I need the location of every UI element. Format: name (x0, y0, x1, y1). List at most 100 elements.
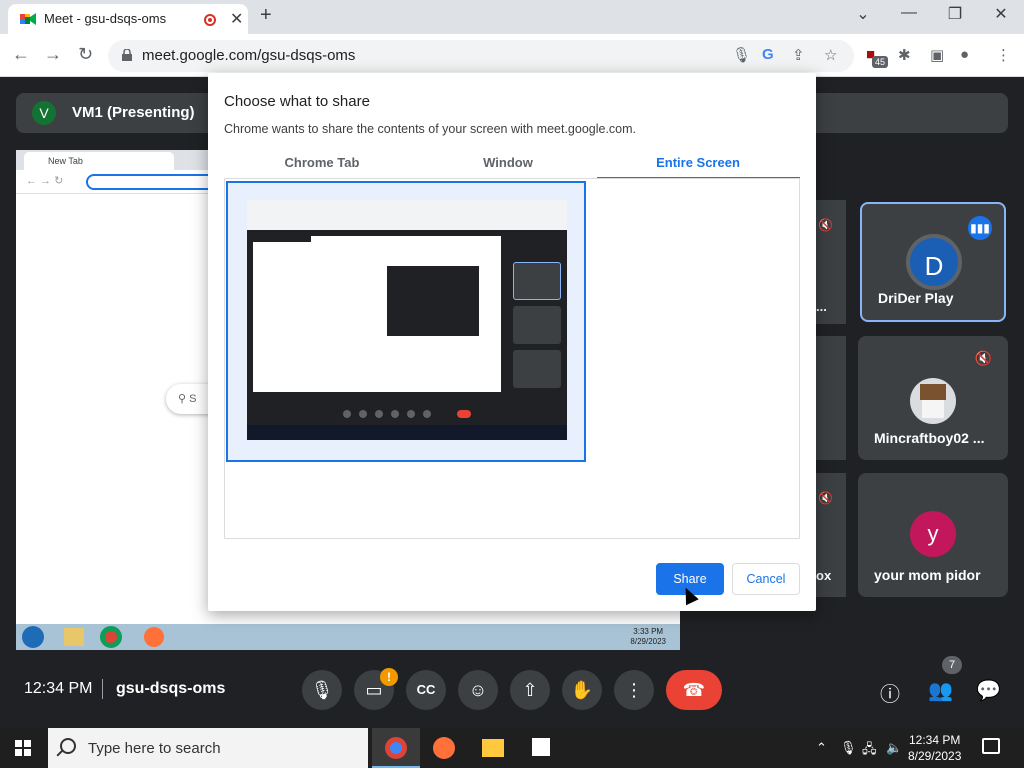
google-lens-icon[interactable]: G (762, 46, 774, 63)
clipped-tile-1: 🔇... (816, 200, 846, 324)
participant-tile-yourmom[interactable]: y your mom pidor (858, 473, 1008, 597)
thumbnail-tile (513, 306, 561, 344)
entire-screen-preview[interactable] (226, 181, 586, 462)
new-tab-icon[interactable]: + (260, 4, 272, 27)
thumbnail-tile (513, 350, 561, 388)
avatar (910, 378, 956, 424)
folder-icon (482, 739, 504, 757)
tab-close-icon[interactable]: ✕ (230, 9, 243, 29)
participant-tile-driver[interactable]: ▮▮▮ D DriDer Play (860, 202, 1006, 322)
windows-taskbar: Type here to search ⌃ 🎙 🖧 🔈 12:34 PM 8/2… (0, 728, 1024, 768)
bookmark-star-icon[interactable]: ☆ (824, 46, 837, 64)
thumbnail-button (359, 410, 367, 418)
people-count-badge: 7 (942, 656, 962, 674)
volume-icon[interactable]: 🔈 (886, 740, 902, 756)
network-icon[interactable]: 🖧 (862, 740, 877, 762)
present-button[interactable]: ⇧ (510, 670, 550, 710)
thumbnail-browser-chrome (247, 200, 567, 230)
mute-icon: 🔇 (818, 218, 833, 232)
profile-avatar-icon[interactable]: ● (960, 46, 969, 63)
minimize-icon[interactable]: — (894, 4, 924, 22)
chat-icon[interactable]: 💬 (976, 678, 1001, 703)
thumbnail-hangup (457, 410, 471, 418)
participant-tile-mincraftboy[interactable]: 🔇 Mincraftboy02 ... (858, 336, 1008, 460)
share-page-icon[interactable]: ⇪ (792, 46, 805, 64)
camera-warning-icon: ! (380, 668, 398, 686)
thumbnail-dialog (311, 236, 501, 392)
browser-menu-icon[interactable]: ⋮ (996, 46, 1011, 64)
share-options-panel (224, 178, 800, 539)
avatar: D (906, 234, 962, 290)
participant-name: DriDer Play (878, 290, 954, 306)
recording-indicator-icon (204, 14, 216, 26)
firefox-icon (433, 737, 455, 759)
tab-search-icon[interactable]: ⌄ (848, 4, 878, 24)
taskbar-store[interactable] (516, 728, 564, 768)
taskbar-search-box[interactable]: Type here to search (48, 728, 368, 768)
thumbnail-tile (513, 262, 561, 300)
presenter-bar-extension (812, 93, 1008, 133)
shared-firefox-icon (144, 627, 164, 647)
taskbar-clock[interactable]: 12:34 PM 8/29/2023 (908, 732, 961, 764)
meeting-time: 12:34 PM (24, 680, 93, 697)
meeting-info-icon[interactable]: ⓘ (880, 678, 900, 707)
tray-microphone-icon[interactable]: 🎙 (840, 740, 857, 756)
back-icon[interactable]: ← (12, 44, 30, 65)
shared-start-icon (22, 626, 44, 648)
meet-control-bar: 12:34 PM gsu-dsqs-oms 🎙 ▭ ! CC ☺ ⇧ ✋ ⋮ ☎… (0, 650, 1024, 728)
browser-tab-meet[interactable]: Meet - gsu-dsqs-oms ✕ (8, 4, 248, 34)
clipped-tile-2 (816, 336, 846, 460)
forward-icon[interactable]: → (44, 44, 62, 65)
omnibox[interactable]: meet.google.com/gsu-dsqs-oms 🎙 G ⇪ ☆ (108, 40, 854, 72)
microphone-button[interactable]: 🎙 (302, 670, 342, 710)
captions-button[interactable]: CC (406, 670, 446, 710)
mute-icon: 🔇 (818, 491, 833, 505)
shared-folder-icon (64, 628, 84, 646)
meeting-code: gsu-dsqs-oms (116, 680, 226, 697)
dialog-title: Choose what to share (224, 93, 370, 110)
shared-clock: 3:33 PM 8/29/2023 (630, 627, 666, 646)
url-text: meet.google.com/gsu-dsqs-oms (142, 47, 356, 64)
search-placeholder: Type here to search (88, 740, 221, 757)
avatar-hair (920, 384, 946, 400)
browser-tab-strip: Meet - gsu-dsqs-oms ✕ + ⌄ — ❐ ✕ (0, 0, 1024, 34)
reload-icon[interactable]: ↻ (78, 44, 93, 65)
clipped-tile-3: 🔇 ox (816, 473, 846, 597)
tray-chevron-icon[interactable]: ⌃ (816, 740, 827, 756)
close-window-icon[interactable]: ✕ (986, 4, 1016, 24)
thumbnail-button (391, 410, 399, 418)
extensions-puzzle-icon[interactable]: ✱ (898, 46, 911, 64)
share-screen-dialog: Choose what to share Chrome wants to sha… (208, 73, 816, 611)
tab-window[interactable]: Window (414, 155, 602, 170)
notifications-icon[interactable] (982, 738, 1000, 754)
meet-logo-icon (20, 13, 36, 25)
shared-chrome-icon (100, 626, 122, 648)
raise-hand-button[interactable]: ✋ (562, 670, 602, 710)
search-icon (60, 738, 76, 754)
thumbnail-button (343, 410, 351, 418)
taskbar-file-explorer[interactable] (468, 728, 516, 768)
leave-call-button[interactable]: ☎ (666, 670, 722, 710)
shared-tab: New Tab (24, 152, 174, 170)
people-icon[interactable]: 👥 (928, 678, 953, 703)
shared-taskbar: 3:33 PM 8/29/2023 (16, 624, 680, 650)
clock-time: 12:34 PM (909, 733, 961, 747)
presenter-label: VM1 (Presenting) (72, 104, 195, 121)
cancel-button[interactable]: Cancel (732, 563, 800, 595)
restore-icon[interactable]: ❐ (940, 4, 970, 24)
more-options-button[interactable]: ⋮ (614, 670, 654, 710)
taskbar-chrome[interactable] (372, 728, 420, 768)
chrome-icon (385, 737, 407, 759)
emoji-button[interactable]: ☺ (458, 670, 498, 710)
thumbnail-button (423, 410, 431, 418)
tab-chrome-tab[interactable]: Chrome Tab (228, 155, 416, 170)
windows-start-icon[interactable] (15, 740, 31, 756)
taskbar-firefox[interactable] (420, 728, 468, 768)
tab-entire-screen[interactable]: Entire Screen (604, 155, 792, 170)
thumbnail-button (375, 410, 383, 418)
participant-name: your mom pidor (874, 567, 981, 583)
microphone-icon[interactable]: 🎙 (732, 46, 751, 64)
side-panel-icon[interactable]: ▣ (930, 46, 944, 64)
participant-name: Mincraftboy02 ... (874, 430, 985, 446)
screen-thumbnail (247, 200, 567, 440)
